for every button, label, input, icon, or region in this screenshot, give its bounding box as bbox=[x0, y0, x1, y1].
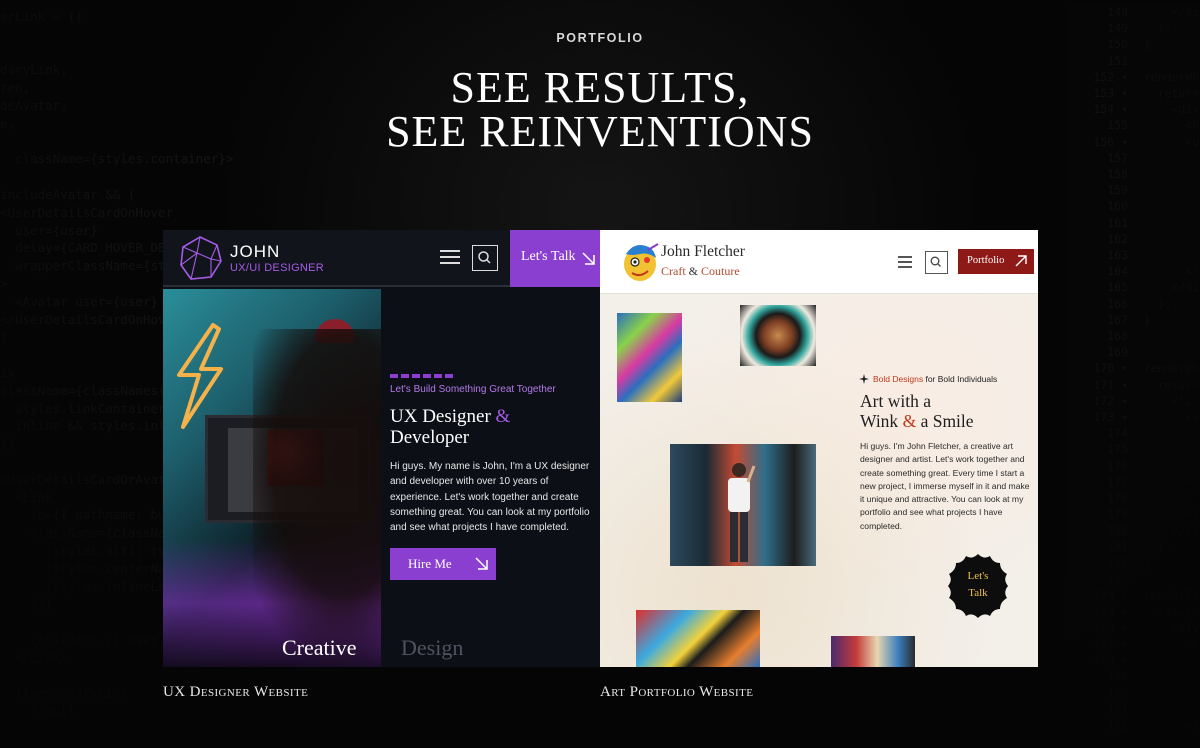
ux-designer-website-preview[interactable]: JOHN UX/UI DESIGNER Let's Talk Let's Bui… bbox=[163, 230, 600, 667]
lets-talk-label: Let's Talk bbox=[521, 249, 576, 264]
search-icon[interactable] bbox=[925, 251, 948, 274]
designer-at-desk-photo bbox=[163, 289, 381, 667]
caption-art-portfolio-website[interactable]: Art Portfolio Website bbox=[600, 684, 753, 701]
ux-heading: UX Designer & Developer bbox=[390, 406, 590, 448]
headline-line-1: SEE RESULTS, bbox=[450, 63, 750, 112]
art-brand-subtitle: Craft & Couture bbox=[661, 264, 740, 279]
art-subtitle-couture: Couture bbox=[701, 264, 740, 278]
artist-figure bbox=[728, 463, 756, 562]
art-tagline-rest: for Bold Individuals bbox=[925, 374, 998, 384]
graffiti-painting-1 bbox=[617, 313, 682, 402]
accent-dashes bbox=[390, 374, 456, 378]
lets-talk-badge[interactable]: Let's Talk bbox=[944, 552, 1012, 620]
caption-ux-designer-website[interactable]: UX Designer Website bbox=[163, 684, 308, 701]
section-headline: SEE RESULTS, SEE REINVENTIONS bbox=[0, 66, 1200, 154]
ux-brand-name: JOHN bbox=[230, 242, 281, 261]
art-tagline-red: Bold Designs bbox=[873, 374, 924, 384]
portfolio-label: Portfolio bbox=[967, 255, 1005, 266]
headline-line-2: SEE REINVENTIONS bbox=[386, 107, 814, 156]
art-heading-wink: Wink bbox=[860, 411, 899, 431]
art-tagline: Bold Designs for Bold Individuals bbox=[859, 374, 997, 384]
sparkle-icon bbox=[859, 374, 869, 384]
art-heading-line1: Art with a bbox=[860, 391, 931, 411]
art-portfolio-website-preview[interactable]: John Fletcher Craft & Couture Portfolio … bbox=[600, 230, 1038, 667]
art-navbar: John Fletcher Craft & Couture Portfolio bbox=[600, 230, 1038, 294]
hire-me-button[interactable]: Hire Me bbox=[390, 548, 496, 580]
ux-heading-amp: & bbox=[495, 406, 511, 427]
badge-line-1: Let's bbox=[967, 570, 989, 582]
person-silhouette bbox=[253, 329, 381, 667]
ux-brand-role: UX/UI DESIGNER bbox=[230, 262, 325, 274]
art-heading: Art with a Wink & a Smile bbox=[860, 391, 1030, 431]
ux-bottom-word-design: Design bbox=[401, 635, 464, 660]
arrow-up-right-icon bbox=[1015, 255, 1027, 267]
artist-painting-wall-photo bbox=[670, 444, 816, 566]
ux-navbar: JOHN UX/UI DESIGNER Let's Talk bbox=[163, 230, 600, 287]
hamburger-menu-icon[interactable] bbox=[898, 256, 912, 268]
hamburger-menu-icon[interactable] bbox=[440, 250, 460, 266]
section-eyebrow: PORTFOLIO bbox=[556, 31, 644, 45]
portrait-painting bbox=[740, 305, 816, 366]
search-icon[interactable] bbox=[472, 245, 498, 271]
badge-line-2: Talk bbox=[968, 587, 988, 599]
art-heading-smile: a Smile bbox=[920, 411, 974, 431]
portfolio-button[interactable]: Portfolio bbox=[958, 249, 1034, 274]
abstract-painting-1 bbox=[636, 610, 760, 667]
ux-intro-text: Hi guys. My name is John, I'm a UX desig… bbox=[390, 461, 590, 534]
ux-bottom-word-creative: Creative bbox=[282, 635, 357, 660]
art-heading-amp: & bbox=[902, 411, 917, 431]
graffiti-face-logo-icon[interactable] bbox=[620, 240, 660, 284]
ux-heading-part2: Developer bbox=[390, 427, 470, 448]
abstract-painting-2 bbox=[831, 636, 915, 667]
ux-heading-part1: UX Designer bbox=[390, 406, 491, 427]
art-intro-text: Hi guys. I'm John Fletcher, a creative a… bbox=[860, 441, 1030, 531]
art-subtitle-craft: Craft bbox=[661, 264, 686, 278]
art-subtitle-amp: & bbox=[688, 264, 698, 278]
scalloped-badge-icon bbox=[948, 554, 1008, 618]
ux-tagline: Let's Build Something Great Together bbox=[390, 384, 556, 395]
geometric-head-logo-icon[interactable] bbox=[177, 235, 223, 281]
arrow-down-right-icon bbox=[582, 252, 595, 265]
lets-talk-button[interactable]: Let's Talk bbox=[510, 230, 600, 287]
arrow-down-right-icon bbox=[475, 557, 488, 570]
hire-me-label: Hire Me bbox=[408, 556, 452, 571]
art-brand-name: John Fletcher bbox=[661, 243, 745, 260]
